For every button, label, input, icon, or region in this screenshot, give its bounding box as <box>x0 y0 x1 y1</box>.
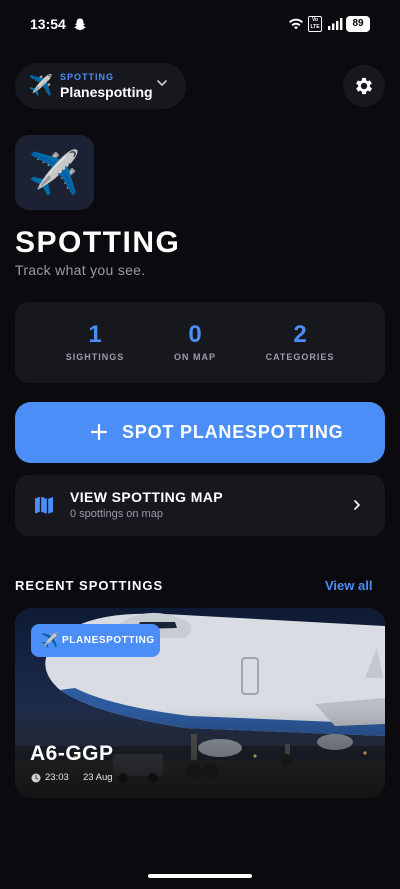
page-title: SPOTTING <box>15 226 181 259</box>
map-row-title: VIEW SPOTTING MAP <box>70 489 224 505</box>
clock-icon <box>31 773 41 783</box>
stat-sightings: 1 SIGHTINGS <box>40 321 150 362</box>
home-indicator[interactable] <box>148 874 252 878</box>
airplane-icon: ✈️ <box>41 632 59 648</box>
spot-button[interactable]: SPOT PLANESPOTTING <box>15 402 385 463</box>
stat-on-map: 0 ON MAP <box>140 321 250 362</box>
stats-card: 1 SIGHTINGS 0 ON MAP 2 CATEGORIES <box>15 302 385 383</box>
stat-label: ON MAP <box>174 352 216 362</box>
mode-kicker: SPOTTING <box>60 72 115 82</box>
airplane-icon: ✈️ <box>28 75 53 97</box>
stat-label: CATEGORIES <box>265 352 335 362</box>
stat-value: 2 <box>293 321 307 348</box>
battery-icon: 89 <box>346 16 370 32</box>
category-badge: ✈️ PLANESPOTTING <box>31 624 160 657</box>
chevron-right-icon <box>354 500 360 510</box>
mode-selector[interactable]: ✈️ SPOTTING Planespotting <box>15 63 186 109</box>
stat-value: 1 <box>88 321 102 348</box>
recent-section-title: RECENT SPOTTINGS <box>15 578 164 593</box>
category-badge-label: PLANESPOTTING <box>62 635 155 646</box>
page-subtitle: Track what you see. <box>15 262 146 278</box>
plus-icon <box>90 423 108 441</box>
status-time: 13:54 <box>30 16 66 32</box>
volte-icon: Vo LTE <box>308 16 322 32</box>
app-icon-tile: ✈️ <box>15 135 94 210</box>
signal-icon <box>328 18 343 30</box>
aircraft-registration: A6-GGP <box>30 742 114 765</box>
spotting-time: 23:03 <box>45 772 69 783</box>
snapchat-icon <box>74 18 86 31</box>
map-icon <box>35 496 53 514</box>
settings-button[interactable] <box>343 65 385 107</box>
chevron-down-icon <box>157 80 167 86</box>
stat-label: SIGHTINGS <box>65 352 125 362</box>
recent-spotting-card[interactable]: ✈️ PLANESPOTTING A6-GGP 23:03 23 Aug <box>15 608 385 798</box>
stat-categories: 2 CATEGORIES <box>245 321 355 362</box>
view-all-link[interactable]: View all <box>325 578 372 593</box>
mode-title: Planespotting <box>60 84 153 100</box>
spot-button-label: SPOT PLANESPOTTING <box>122 422 344 442</box>
wifi-icon <box>289 18 303 30</box>
map-row-subtitle: 0 spottings on map <box>70 508 163 520</box>
stat-value: 0 <box>188 321 202 348</box>
gear-icon <box>356 77 372 95</box>
view-map-row[interactable]: VIEW SPOTTING MAP 0 spottings on map <box>15 475 385 536</box>
spotting-date: 23 Aug <box>83 772 113 783</box>
status-bar: 13:54 Vo LTE 89 <box>0 0 400 50</box>
